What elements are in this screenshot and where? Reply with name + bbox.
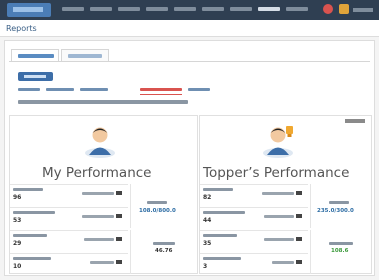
subtab[interactable] xyxy=(46,88,74,91)
primary-action-button[interactable] xyxy=(18,72,53,81)
percentile-label xyxy=(329,242,353,245)
tab-secondary[interactable] xyxy=(61,49,109,61)
stat-meta-value xyxy=(296,237,302,241)
stat-meta-value xyxy=(296,260,302,264)
stat-meta-value xyxy=(116,191,122,195)
percentile-block: 108.6 xyxy=(310,230,372,274)
score-block: 108.0/800.0 xyxy=(130,184,198,228)
stat-meta-value xyxy=(296,214,302,218)
stat-value: 10 xyxy=(13,263,22,270)
percentile-value: 108.6 xyxy=(331,248,349,254)
tab-label xyxy=(18,54,54,58)
stat-value: 29 xyxy=(13,240,22,247)
score-block: 235.0/300.0 xyxy=(310,184,372,228)
topper-name-label xyxy=(345,119,365,123)
stat-meta xyxy=(82,192,114,195)
logo-icon xyxy=(13,7,43,12)
stat-label xyxy=(13,188,43,191)
tab-label xyxy=(68,54,102,58)
nav-item[interactable] xyxy=(146,7,168,11)
stat-row: 96 xyxy=(10,184,128,206)
stat-label xyxy=(203,211,245,214)
nav-item[interactable] xyxy=(118,7,140,11)
subtab-comparative-report[interactable] xyxy=(140,88,182,91)
stat-meta-value xyxy=(116,214,122,218)
topper-performance-heading: Topper’s Performance xyxy=(203,165,350,181)
stat-label xyxy=(13,234,47,237)
topper-avatar-icon xyxy=(263,126,293,158)
stat-meta xyxy=(84,238,114,241)
nav-item[interactable] xyxy=(62,7,84,11)
report-info-text xyxy=(18,100,188,104)
app-window: Reports My Performance 96 53 29 10 108.0… xyxy=(0,0,379,280)
active-subtab-indicator xyxy=(140,94,182,95)
button-label xyxy=(24,75,46,78)
topper-performance-card: Topper’s Performance 82 44 35 3 235.0/30… xyxy=(199,115,372,274)
stat-meta xyxy=(264,238,294,241)
stat-meta xyxy=(264,215,294,218)
stat-meta-value xyxy=(116,237,122,241)
score-value: 108.0/800.0 xyxy=(139,208,176,214)
stat-meta xyxy=(82,215,114,218)
nav-item[interactable] xyxy=(202,7,224,11)
notification-icon[interactable] xyxy=(323,4,333,14)
score-value: 235.0/300.0 xyxy=(317,208,354,214)
user-menu[interactable] xyxy=(353,8,373,12)
logo[interactable] xyxy=(7,3,51,17)
stat-value: 3 xyxy=(203,263,208,270)
stat-value: 82 xyxy=(203,194,212,201)
stat-row: 3 xyxy=(200,253,308,274)
stat-meta-value xyxy=(296,191,302,195)
subtab[interactable] xyxy=(80,88,108,91)
stat-value: 53 xyxy=(13,217,22,224)
stat-label xyxy=(203,234,237,237)
stat-label xyxy=(13,257,51,260)
tab-divider xyxy=(9,61,370,62)
score-label xyxy=(329,201,349,204)
my-performance-heading: My Performance xyxy=(42,165,152,181)
stat-row: 10 xyxy=(10,253,128,274)
user-avatar-icon[interactable] xyxy=(339,4,349,14)
top-navigation-bar xyxy=(0,0,379,20)
my-performance-card: My Performance 96 53 29 10 108.0/800.0 4… xyxy=(9,115,198,274)
page-header: Reports xyxy=(0,20,379,37)
subtab[interactable] xyxy=(188,88,210,91)
percentile-value: 46.76 xyxy=(155,248,173,254)
stat-meta xyxy=(90,261,114,264)
nav-item-active[interactable] xyxy=(258,7,280,11)
stat-value: 35 xyxy=(203,240,212,247)
stat-value: 96 xyxy=(13,194,22,201)
stat-row: 82 xyxy=(200,184,308,206)
stat-value: 44 xyxy=(203,217,212,224)
nav-item[interactable] xyxy=(90,7,112,11)
page-title: Reports xyxy=(6,24,37,33)
student-avatar-icon xyxy=(85,127,115,158)
nav-item[interactable] xyxy=(174,7,196,11)
stat-meta xyxy=(262,192,294,195)
tab-performance-report[interactable] xyxy=(11,49,59,61)
nav-item[interactable] xyxy=(286,7,308,11)
stat-row: 29 xyxy=(10,230,128,252)
subtab[interactable] xyxy=(18,88,40,91)
score-label xyxy=(147,201,167,204)
percentile-block: 46.76 xyxy=(130,230,198,274)
stat-row: 44 xyxy=(200,207,308,229)
main-nav xyxy=(62,7,308,11)
stat-label xyxy=(203,188,233,191)
stat-meta-value xyxy=(116,260,122,264)
stat-meta xyxy=(272,261,294,264)
stat-label xyxy=(13,211,55,214)
report-panel: My Performance 96 53 29 10 108.0/800.0 4… xyxy=(4,40,375,276)
percentile-label xyxy=(153,242,175,245)
stat-row: 53 xyxy=(10,207,128,229)
stat-label xyxy=(203,257,241,260)
stat-row: 35 xyxy=(200,230,308,252)
nav-item[interactable] xyxy=(230,7,252,11)
